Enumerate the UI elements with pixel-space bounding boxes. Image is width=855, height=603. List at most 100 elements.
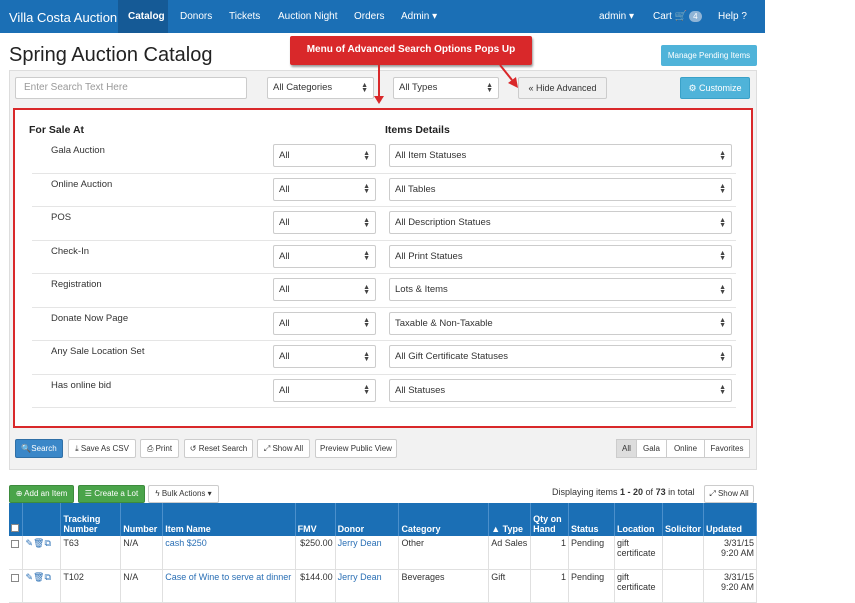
item-detail-select[interactable]: All Description Statues ▲ ▼ xyxy=(389,211,732,234)
item-detail-select[interactable]: All Tables ▲ ▼ xyxy=(389,177,732,201)
row-checkbox[interactable] xyxy=(11,573,19,582)
search-label: Search xyxy=(31,444,57,453)
advanced-search-panel: For Sale At Items Details Gala Auction Al… xyxy=(13,108,753,428)
segment-favorites[interactable]: Favorites xyxy=(704,439,750,458)
row-checkbox[interactable] xyxy=(11,540,19,548)
column-header[interactable]: Number xyxy=(120,503,164,536)
advanced-row-label: Registration xyxy=(51,279,102,290)
table-cell: 1 xyxy=(530,569,570,603)
bolt-icon: ϟ xyxy=(155,489,160,498)
item-detail-select[interactable]: Taxable & Non-Taxable ▲ ▼ xyxy=(389,311,732,335)
display-range: 1 - 20 xyxy=(620,487,644,497)
select-arrows-icon: ▲ ▼ xyxy=(363,283,370,296)
add-item-button[interactable]: ⊕ Add an Item xyxy=(9,485,74,503)
table-cell: Pending xyxy=(568,569,615,603)
sale-location-select[interactable]: All ▲ ▼ xyxy=(273,244,376,268)
table-cell[interactable]: Jerry Dean xyxy=(335,536,400,570)
item-detail-select[interactable]: All Gift Certificate Statuses ▲ ▼ xyxy=(389,345,732,368)
sale-location-value: All xyxy=(279,217,290,228)
table-cell[interactable]: cash $250 xyxy=(162,536,296,570)
item-detail-select[interactable]: All Statuses ▲ ▼ xyxy=(389,378,732,402)
segment-all[interactable]: All xyxy=(616,439,637,458)
print-button[interactable]: ⎙ Print xyxy=(140,439,179,458)
item-detail-value: Taxable & Non-Taxable xyxy=(395,317,493,329)
column-header[interactable]: Qty on Hand xyxy=(530,503,570,536)
table-cell xyxy=(662,536,704,570)
column-header[interactable]: ▲ Type xyxy=(488,503,532,536)
plus-icon: ⊕ xyxy=(15,489,23,498)
column-header[interactable]: Solicitor xyxy=(662,503,704,536)
sale-location-select[interactable]: All ▲ ▼ xyxy=(273,378,376,402)
search-button[interactable]: 🔍Search xyxy=(15,439,63,458)
print-label: Print xyxy=(155,444,173,453)
table-cell[interactable]: Jerry Dean xyxy=(335,569,400,603)
select-arrows-icon: ▲ ▼ xyxy=(363,149,370,162)
table-cell: N/A xyxy=(120,536,164,570)
reset-search-button[interactable]: ↺ Reset Search xyxy=(184,439,253,458)
select-arrows-icon: ▲ ▼ xyxy=(719,384,726,396)
select-arrows-icon: ▲ ▼ xyxy=(719,149,726,162)
advanced-row: Registration All ▲ ▼ Lots & Items ▲ ▼ xyxy=(32,274,736,308)
select-arrows-icon: ▲ ▼ xyxy=(719,283,726,296)
advanced-row-label: POS xyxy=(51,212,72,223)
expand-icon: ⤢ xyxy=(709,489,716,498)
sale-location-value: All xyxy=(279,250,290,262)
show-all-button[interactable]: ⤢ Show All xyxy=(257,439,310,458)
table-show-all-button[interactable]: ⤢ Show All xyxy=(704,485,754,503)
trash-icon[interactable]: 🗑 xyxy=(33,572,44,582)
item-detail-select[interactable]: All Item Statuses ▲ ▼ xyxy=(389,144,732,167)
select-arrows-icon: ▲ ▼ xyxy=(719,250,726,262)
edit-icon[interactable]: ✎ xyxy=(25,538,33,548)
edit-icon[interactable]: ✎ xyxy=(25,572,33,582)
select-all-header[interactable] xyxy=(9,503,24,536)
sale-location-select[interactable]: All ▲ ▼ xyxy=(273,345,376,368)
column-header[interactable]: Updated xyxy=(703,503,758,536)
bulk-actions-label: Bulk Actions xyxy=(161,489,206,498)
table-cell[interactable]: Case of Wine to serve at dinner xyxy=(162,569,296,603)
add-item-label: Add an Item xyxy=(24,489,68,498)
table-cell: T102 xyxy=(60,569,122,603)
sale-location-select[interactable]: All ▲ ▼ xyxy=(273,177,376,201)
sale-location-select[interactable]: All ▲ ▼ xyxy=(273,311,376,335)
bulk-actions-button[interactable]: ϟ Bulk Actions ▾ xyxy=(148,485,219,503)
table-cell: Other xyxy=(398,536,490,570)
table-row: ✎🗑⧉ T102 N/A Case of Wine to serve at dinne… xyxy=(9,569,758,603)
segment-online[interactable]: Online xyxy=(666,439,705,458)
column-header[interactable]: Location xyxy=(614,503,663,536)
save-csv-label: Save As CSV xyxy=(80,444,129,453)
table-cell: ✎🗑⧉ xyxy=(22,569,62,603)
sale-location-select[interactable]: All ▲ ▼ xyxy=(273,144,376,167)
select-all-checkbox[interactable] xyxy=(11,524,19,532)
create-lot-button[interactable]: ☰ Create a Lot xyxy=(78,485,145,503)
column-header[interactable] xyxy=(22,503,62,536)
column-header[interactable]: Status xyxy=(568,503,615,536)
display-suffix: in total xyxy=(665,487,695,497)
advanced-row-label: Gala Auction xyxy=(51,145,105,156)
sale-location-value: All xyxy=(279,284,290,295)
segment-gala[interactable]: Gala xyxy=(636,439,667,458)
item-detail-value: All Item Statuses xyxy=(395,150,467,161)
item-detail-select[interactable]: Lots & Items ▲ ▼ xyxy=(389,278,732,301)
select-arrows-icon: ▲ ▼ xyxy=(719,183,726,195)
sale-location-select[interactable]: All ▲ ▼ xyxy=(273,278,376,301)
table-cell: Pending xyxy=(568,536,615,570)
item-detail-select[interactable]: All Print Statues ▲ ▼ xyxy=(389,244,732,268)
sale-location-value: All xyxy=(279,183,290,195)
sale-location-select[interactable]: All ▲ ▼ xyxy=(273,211,376,234)
column-header[interactable]: Tracking Number xyxy=(60,503,122,536)
display-prefix: Displaying items xyxy=(552,487,621,497)
advanced-row-label: Online Auction xyxy=(51,178,113,190)
advanced-row-label: Donate Now Page xyxy=(51,312,129,324)
select-arrows-icon: ▲ ▼ xyxy=(363,350,370,363)
copy-icon[interactable]: ⧉ xyxy=(44,572,50,582)
advanced-row: Check-In All ▲ ▼ All Print Statues ▲ ▼ xyxy=(32,241,736,274)
copy-icon[interactable]: ⧉ xyxy=(44,538,50,548)
column-header[interactable]: Category xyxy=(398,503,490,536)
preview-public-button[interactable]: Preview Public View xyxy=(315,439,397,458)
column-header[interactable]: Donor xyxy=(335,503,400,536)
trash-icon[interactable]: 🗑 xyxy=(33,538,44,548)
save-csv-button[interactable]: ⤓ Save As CSV xyxy=(68,439,136,458)
column-header[interactable]: Item Name xyxy=(162,503,296,536)
advanced-row: Gala Auction All ▲ ▼ All Item Statuses ▲ ▼ xyxy=(32,140,736,174)
column-header[interactable]: FMV xyxy=(295,503,336,536)
